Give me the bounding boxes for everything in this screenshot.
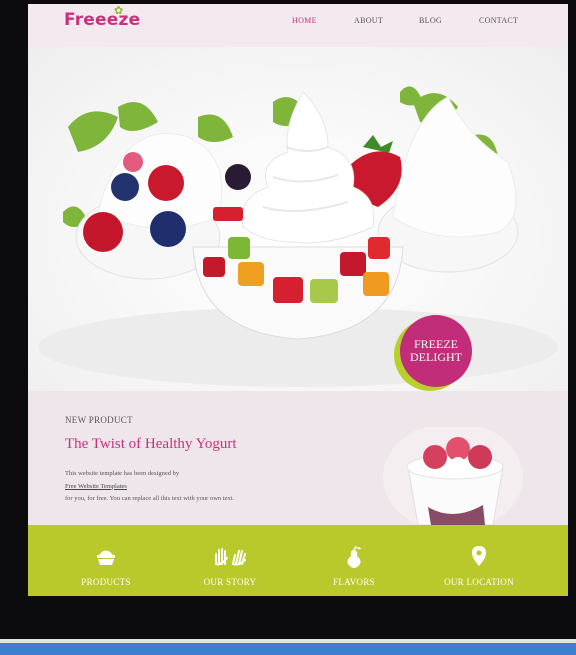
yogurt-cup-image <box>383 427 523 525</box>
feature-bar: PRODUCTS OUR STORY FLAVORS OUR LOCATION <box>28 525 568 596</box>
flavors-label: FLAVORS <box>333 577 375 587</box>
our-story-item[interactable]: OUR STORY <box>165 525 295 596</box>
new-product-title: The Twist of Healthy Yogurt <box>65 436 237 452</box>
products-item[interactable]: PRODUCTS <box>41 525 171 596</box>
logo[interactable]: Freeeze ✿ <box>64 4 141 30</box>
our-story-label: OUR STORY <box>203 577 257 587</box>
hands-icon <box>215 548 246 566</box>
our-location-item[interactable]: OUR LOCATION <box>414 525 544 596</box>
site-header: Freeeze ✿ HOME ABOUT BLOG CONTACT <box>28 4 568 47</box>
frozen-yogurt-image <box>38 86 558 387</box>
description-line-1: This website template has been designed … <box>65 470 180 477</box>
products-label: PRODUCTS <box>81 577 131 587</box>
nav-about[interactable]: ABOUT <box>354 16 383 25</box>
free-website-templates-link[interactable]: Free Website Templates <box>65 483 127 490</box>
website-page: Freeeze ✿ HOME ABOUT BLOG CONTACT FREEZE… <box>28 4 568 596</box>
logo-leaf-icon: ✿ <box>114 4 124 17</box>
new-product-label: NEW PRODUCT <box>65 415 133 425</box>
nav-blog[interactable]: BLOG <box>419 16 442 25</box>
description-line-3: for you, for free. You can replace all t… <box>65 495 235 502</box>
nav-contact[interactable]: CONTACT <box>479 16 518 25</box>
cupcake-icon <box>97 550 115 565</box>
logo-text: Freeeze <box>64 10 141 30</box>
new-product-description: This website template has been designed … <box>65 468 234 506</box>
location-pin-icon <box>472 546 486 566</box>
badge-line-2: DELIGHT <box>410 350 462 364</box>
flavors-item[interactable]: FLAVORS <box>289 525 419 596</box>
nav-home[interactable]: HOME <box>292 16 317 25</box>
new-product-section: NEW PRODUCT The Twist of Healthy Yogurt … <box>28 391 568 525</box>
hero-banner: FREEZE DELIGHT <box>28 47 568 391</box>
taskbar-strip <box>0 643 576 655</box>
pear-icon <box>347 546 361 568</box>
freeze-delight-badge: FREEZE DELIGHT <box>400 315 472 387</box>
our-location-label: OUR LOCATION <box>444 577 514 587</box>
